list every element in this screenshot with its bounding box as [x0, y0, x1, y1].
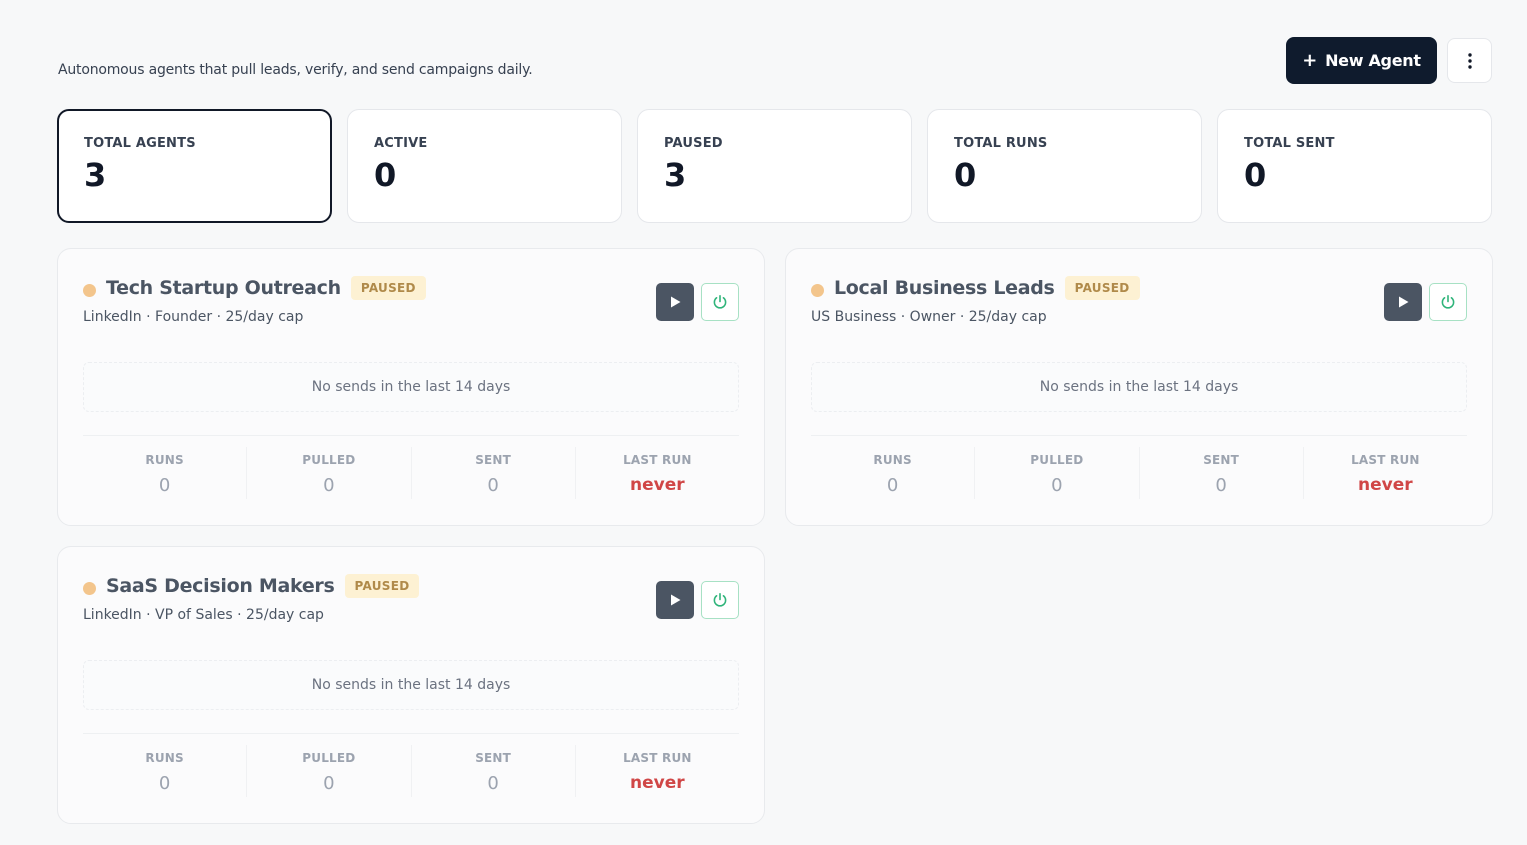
stat-value: 0: [954, 156, 977, 194]
metric-label: SENT: [1203, 453, 1240, 467]
stat-label: TOTAL RUNS: [954, 136, 1048, 151]
sends-chart: No sends in the last 14 days: [811, 362, 1467, 412]
metric-label: PULLED: [302, 453, 356, 467]
power-icon: [1441, 295, 1455, 309]
metric-runs: RUNS 0: [811, 447, 976, 499]
status-dot: [83, 284, 96, 297]
sends-chart: No sends in the last 14 days: [83, 362, 739, 412]
toggle-agent-button[interactable]: [701, 283, 739, 321]
toggle-agent-button[interactable]: [701, 581, 739, 619]
agent-card-tech-startup-outreach[interactable]: Tech Startup Outreach PAUSED LinkedIn · …: [57, 248, 765, 526]
stat-label: PAUSED: [664, 136, 723, 151]
agent-meta: US Business · Owner · 25/day cap: [811, 309, 1047, 325]
stat-value: 0: [374, 156, 397, 194]
metric-label: SENT: [475, 751, 512, 765]
stat-label: TOTAL AGENTS: [84, 136, 196, 151]
metric-value: never: [1358, 475, 1413, 495]
stat-total-runs[interactable]: TOTAL RUNS 0: [927, 109, 1202, 223]
agent-metrics: RUNS 0 PULLED 0 SENT 0 LAST RUN never: [811, 447, 1467, 499]
metric-value: 0: [886, 475, 899, 496]
metric-label: RUNS: [145, 751, 184, 765]
agent-metrics: RUNS 0 PULLED 0 SENT 0 LAST RUN never: [83, 745, 739, 797]
stat-paused[interactable]: PAUSED 3: [637, 109, 912, 223]
status-dot: [83, 582, 96, 595]
metric-sent: SENT 0: [412, 745, 576, 797]
run-agent-button[interactable]: [1384, 283, 1422, 321]
play-icon: [670, 594, 680, 606]
metric-label: SENT: [475, 453, 512, 467]
stat-total-sent[interactable]: TOTAL SENT 0: [1217, 109, 1492, 223]
more-options-button[interactable]: [1447, 38, 1492, 83]
metric-label: PULLED: [1030, 453, 1084, 467]
metric-value: 0: [323, 475, 335, 496]
empty-sends-text: No sends in the last 14 days: [311, 677, 511, 693]
metric-sent: SENT 0: [412, 447, 576, 499]
agent-meta: LinkedIn · VP of Sales · 25/day cap: [83, 607, 324, 623]
metric-sent: SENT 0: [1140, 447, 1304, 499]
metric-value: 0: [1051, 475, 1063, 496]
sends-chart: No sends in the last 14 days: [83, 660, 739, 710]
divider: [83, 733, 739, 734]
metric-label: RUNS: [873, 453, 912, 467]
status-dot: [811, 284, 824, 297]
metric-value: 0: [487, 773, 499, 794]
agent-meta: LinkedIn · Founder · 25/day cap: [83, 309, 304, 325]
agent-name: Local Business Leads: [834, 277, 1055, 299]
metric-last-run: LAST RUN never: [576, 745, 739, 797]
metric-value: never: [630, 475, 685, 495]
power-icon: [713, 295, 727, 309]
new-agent-button[interactable]: + New Agent: [1286, 37, 1437, 84]
plus-icon: +: [1302, 50, 1318, 71]
metric-last-run: LAST RUN never: [1304, 447, 1467, 499]
metric-value: 0: [1215, 475, 1227, 496]
metric-label: LAST RUN: [623, 453, 692, 467]
stat-label: ACTIVE: [374, 136, 428, 151]
metric-pulled: PULLED 0: [975, 447, 1140, 499]
divider: [83, 435, 739, 436]
page-subtitle: Autonomous agents that pull leads, verif…: [58, 62, 533, 78]
metric-value: 0: [323, 773, 335, 794]
metric-runs: RUNS 0: [83, 745, 248, 797]
stat-value: 3: [84, 156, 107, 194]
play-icon: [1398, 296, 1408, 308]
stat-value: 3: [664, 156, 687, 194]
metric-label: RUNS: [145, 453, 184, 467]
empty-sends-text: No sends in the last 14 days: [311, 379, 511, 395]
status-badge: PAUSED: [344, 574, 420, 598]
agent-card-local-business-leads[interactable]: Local Business Leads PAUSED US Business …: [785, 248, 1493, 526]
metric-value: never: [630, 773, 685, 793]
empty-sends-text: No sends in the last 14 days: [1039, 379, 1239, 395]
agent-card-saas-decision-makers[interactable]: SaaS Decision Makers PAUSED LinkedIn · V…: [57, 546, 765, 824]
metric-last-run: LAST RUN never: [576, 447, 739, 499]
metric-label: LAST RUN: [1351, 453, 1420, 467]
metric-pulled: PULLED 0: [247, 447, 412, 499]
new-agent-label: New Agent: [1325, 51, 1421, 70]
power-icon: [713, 593, 727, 607]
metric-value: 0: [487, 475, 499, 496]
agent-name: Tech Startup Outreach: [106, 277, 341, 299]
metric-value: 0: [158, 475, 171, 496]
stat-total-agents[interactable]: TOTAL AGENTS 3: [57, 109, 332, 223]
more-vertical-icon: [1467, 52, 1472, 69]
agent-metrics: RUNS 0 PULLED 0 SENT 0 LAST RUN never: [83, 447, 739, 499]
metric-value: 0: [158, 773, 171, 794]
toggle-agent-button[interactable]: [1429, 283, 1467, 321]
metric-label: PULLED: [302, 751, 356, 765]
metric-runs: RUNS 0: [83, 447, 248, 499]
run-agent-button[interactable]: [656, 581, 694, 619]
stat-value: 0: [1244, 156, 1267, 194]
metric-pulled: PULLED 0: [247, 745, 412, 797]
status-badge: PAUSED: [1064, 276, 1140, 300]
metric-label: LAST RUN: [623, 751, 692, 765]
play-icon: [670, 296, 680, 308]
agent-name: SaaS Decision Makers: [106, 575, 335, 597]
divider: [811, 435, 1467, 436]
run-agent-button[interactable]: [656, 283, 694, 321]
status-badge: PAUSED: [350, 276, 426, 300]
stat-active[interactable]: ACTIVE 0: [347, 109, 622, 223]
stat-label: TOTAL SENT: [1244, 136, 1335, 151]
